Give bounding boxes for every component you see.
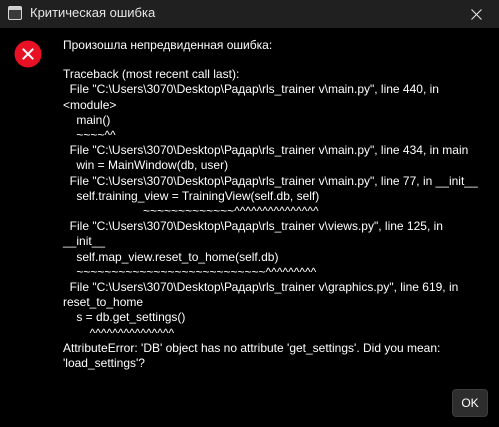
window-title: Критическая ошибка xyxy=(30,5,156,20)
message-area: Произошла непредвиденная ошибка: Traceba… xyxy=(63,38,483,371)
ok-button[interactable]: OK xyxy=(452,389,488,417)
close-button[interactable] xyxy=(453,0,499,28)
button-bar: OK xyxy=(0,377,499,427)
title-bar[interactable]: Критическая ошибка xyxy=(0,0,499,28)
error-icon xyxy=(14,40,42,68)
traceback-text: Traceback (most recent call last): File … xyxy=(63,67,478,371)
error-dialog-window: Критическая ошибка Произошла непредвиден… xyxy=(0,0,499,427)
app-window-icon xyxy=(8,6,22,20)
error-headline: Произошла непредвиденная ошибка: xyxy=(63,38,273,52)
close-icon xyxy=(470,8,482,20)
